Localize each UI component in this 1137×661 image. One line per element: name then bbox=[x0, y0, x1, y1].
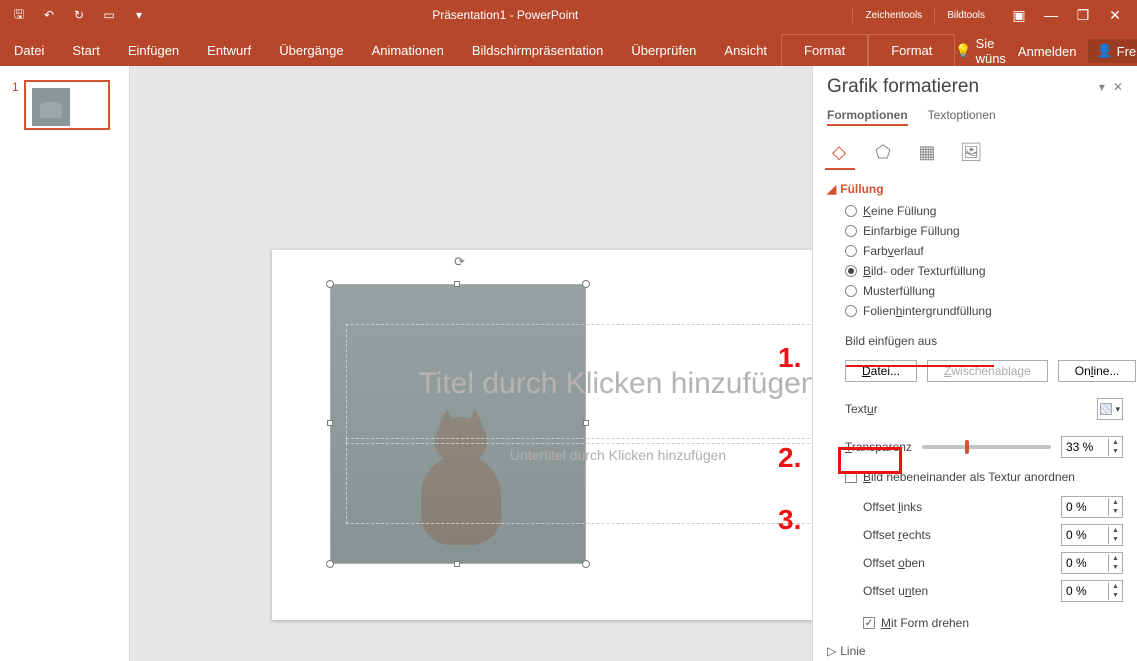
save-icon[interactable]: 🖫 bbox=[8, 5, 30, 26]
sign-in[interactable]: Anmelden bbox=[1018, 44, 1077, 59]
collapse-icon: ◢ bbox=[827, 182, 836, 196]
tab-file[interactable]: Datei bbox=[0, 35, 58, 66]
pane-tab-text-options[interactable]: Textoptionen bbox=[928, 108, 996, 126]
fill-option-gradient[interactable]: Farbverlauf bbox=[845, 244, 1123, 258]
fill-option-solid[interactable]: Einfarbige Füllung bbox=[845, 224, 1123, 238]
annotation-1: 1. bbox=[778, 342, 801, 374]
pane-close-icon[interactable]: ✕ bbox=[1113, 80, 1123, 94]
document-title: Präsentation1 - PowerPoint bbox=[158, 8, 852, 22]
pane-title: Grafik formatieren bbox=[827, 76, 979, 98]
texture-label: Textur bbox=[845, 402, 878, 416]
fill-option-slide-background[interactable]: Folienhintergrundfüllung bbox=[845, 304, 1123, 318]
transparency-slider[interactable] bbox=[922, 445, 1051, 449]
transparency-value[interactable] bbox=[1062, 440, 1108, 454]
annotation-underline bbox=[846, 365, 994, 367]
tab-transitions[interactable]: Übergänge bbox=[265, 35, 357, 66]
slide-canvas[interactable]: Titel durch Klicken hinzufügen Untertite… bbox=[130, 66, 812, 661]
expand-icon: ▷ bbox=[827, 644, 836, 658]
fill-option-picture-texture[interactable]: Bild- oder Texturfüllung bbox=[845, 264, 1123, 278]
fill-option-none[interactable]: Keine Füllung bbox=[845, 204, 1123, 218]
offset-bottom-stepper[interactable]: ▲▼ bbox=[1061, 580, 1123, 602]
undo-icon[interactable]: ↶ bbox=[38, 8, 60, 22]
tab-design[interactable]: Entwurf bbox=[193, 35, 265, 66]
fill-option-pattern[interactable]: Musterfüllung bbox=[845, 284, 1123, 298]
ribbon: Datei Start Einfügen Entwurf Übergänge A… bbox=[0, 30, 1137, 66]
offset-top-stepper[interactable]: ▲▼ bbox=[1061, 552, 1123, 574]
title-bar: 🖫 ↶ ↻ ▭ ▾ Präsentation1 - PowerPoint Zei… bbox=[0, 0, 1137, 30]
qat-more-icon[interactable]: ▾ bbox=[128, 8, 150, 22]
offset-right-label: Offset rechts bbox=[863, 528, 931, 542]
close-icon[interactable]: ✕ bbox=[1101, 7, 1129, 24]
tab-picture-format[interactable]: Format bbox=[868, 34, 955, 66]
offset-right-stepper[interactable]: ▲▼ bbox=[1061, 524, 1123, 546]
start-from-beginning-icon[interactable]: ▭ bbox=[98, 8, 120, 22]
slide-thumbnail-panel[interactable]: 1 bbox=[0, 66, 130, 661]
main-area: 1 Titel durch Klicken hinzufügen Unterti… bbox=[0, 66, 1137, 661]
texture-picker[interactable]: ▾ bbox=[1097, 398, 1123, 420]
tile-as-texture-checkbox[interactable]: Bild nebeneinander als Textur anordnen bbox=[845, 470, 1123, 484]
tab-review[interactable]: Überprüfen bbox=[617, 35, 710, 66]
pane-tab-shape-options[interactable]: Formoptionen bbox=[827, 108, 908, 126]
tell-me[interactable]: 💡Sie wüns bbox=[955, 36, 1006, 66]
rotate-handle-icon[interactable]: ⟳ bbox=[454, 254, 472, 272]
effects-icon[interactable]: ⬠ bbox=[871, 140, 895, 164]
insert-picture-from-label: Bild einfügen aus bbox=[845, 334, 1123, 348]
minimize-icon[interactable]: — bbox=[1037, 7, 1065, 24]
offset-left-stepper[interactable]: ▲▼ bbox=[1061, 496, 1123, 518]
ribbon-display-icon[interactable]: ▣ bbox=[1005, 7, 1033, 24]
share-button[interactable]: 👤Freigeben bbox=[1088, 39, 1137, 63]
tab-slideshow[interactable]: Bildschirmpräsentation bbox=[458, 35, 618, 66]
selected-picture-shape[interactable] bbox=[330, 284, 586, 564]
transparency-label: Transparenz bbox=[845, 440, 912, 454]
line-section-header[interactable]: ▷Linie bbox=[827, 644, 1123, 658]
tab-home[interactable]: Start bbox=[58, 35, 113, 66]
offset-top-label: Offset oben bbox=[863, 556, 925, 570]
lightbulb-icon: 💡 bbox=[955, 43, 971, 59]
picture-tools-label: Bildtools bbox=[934, 7, 997, 23]
transparency-stepper[interactable]: ▲▼ bbox=[1061, 436, 1123, 458]
quick-access-toolbar: 🖫 ↶ ↻ ▭ ▾ bbox=[0, 5, 158, 26]
insert-from-clipboard-button: Zwischenablage bbox=[927, 360, 1048, 382]
tab-animations[interactable]: Animationen bbox=[358, 35, 458, 66]
picture-icon[interactable]: 🖼 bbox=[959, 140, 983, 164]
drawing-tools-label: Zeichentools bbox=[852, 7, 934, 23]
window-controls: ▣ — ❐ ✕ bbox=[997, 7, 1137, 24]
annotation-3: 3. bbox=[778, 504, 801, 536]
pane-menu-icon[interactable]: ▾ bbox=[1099, 80, 1105, 94]
stepper-down-icon[interactable]: ▼ bbox=[1109, 447, 1122, 456]
slide-number: 1 bbox=[12, 80, 24, 130]
contextual-tools: Zeichentools Bildtools bbox=[852, 7, 997, 23]
fill-section-header[interactable]: ◢Füllung bbox=[827, 182, 1123, 196]
redo-icon[interactable]: ↻ bbox=[68, 8, 90, 22]
rotate-with-shape-checkbox[interactable]: ✓Mit Form drehen bbox=[863, 616, 1123, 630]
offset-left-label: Offset links bbox=[863, 500, 922, 514]
annotation-2: 2. bbox=[778, 442, 801, 474]
chevron-down-icon: ▾ bbox=[1115, 404, 1120, 415]
thumbnail-preview[interactable] bbox=[24, 80, 110, 130]
format-shape-pane: Grafik formatieren ▾ ✕ Formoptionen Texto… bbox=[812, 66, 1137, 661]
insert-from-online-button[interactable]: Online... bbox=[1058, 360, 1137, 382]
restore-icon[interactable]: ❐ bbox=[1069, 7, 1097, 24]
offset-bottom-label: Offset unten bbox=[863, 584, 928, 598]
stepper-up-icon[interactable]: ▲ bbox=[1109, 438, 1122, 447]
tab-drawing-format[interactable]: Format bbox=[781, 34, 868, 66]
slide[interactable]: Titel durch Klicken hinzufügen Untertite… bbox=[272, 250, 812, 620]
slide-thumbnail-1[interactable]: 1 bbox=[0, 80, 129, 130]
insert-from-file-button[interactable]: Datei... bbox=[845, 360, 917, 382]
fill-and-line-icon[interactable]: ◇ bbox=[827, 140, 851, 164]
share-icon: 👤 bbox=[1096, 43, 1112, 59]
tab-insert[interactable]: Einfügen bbox=[114, 35, 193, 66]
size-properties-icon[interactable]: ▦ bbox=[915, 140, 939, 164]
tab-view[interactable]: Ansicht bbox=[710, 35, 781, 66]
